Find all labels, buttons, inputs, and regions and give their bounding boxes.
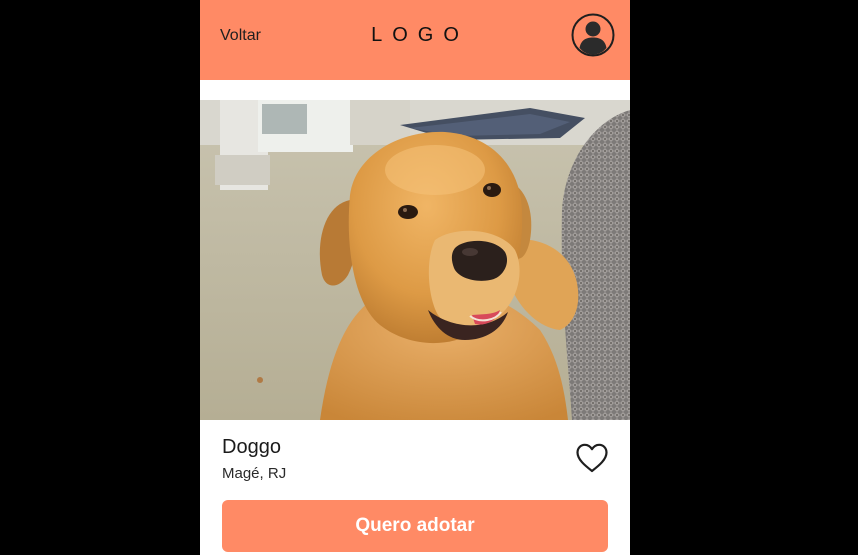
- pet-location: Magé, RJ: [222, 465, 287, 482]
- adopt-button[interactable]: Quero adotar: [222, 500, 608, 552]
- user-circle-icon[interactable]: [571, 13, 615, 57]
- app-screen: Voltar LOGO Doggo Magé, RJ Quero adotar: [200, 0, 630, 555]
- logo: LOGO: [371, 24, 469, 46]
- dog-photo: [200, 100, 630, 420]
- pet-name: Doggo: [222, 436, 281, 458]
- heart-outline-icon[interactable]: [575, 442, 609, 474]
- top-bar: Voltar LOGO: [200, 0, 630, 80]
